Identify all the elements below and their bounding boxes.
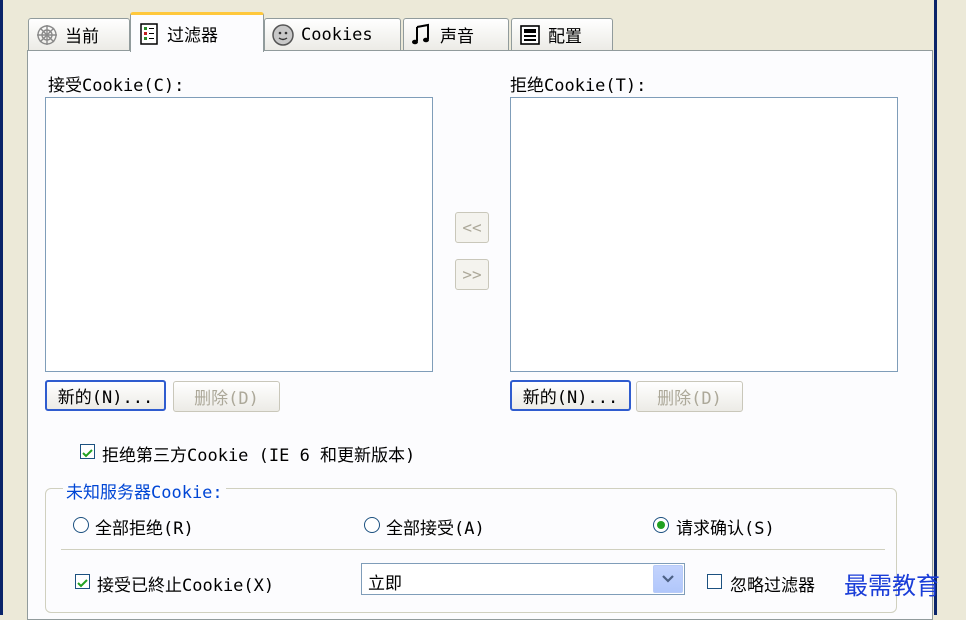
prompt-label: 请求确认(S) xyxy=(676,519,775,539)
prompt-radio[interactable] xyxy=(653,517,669,533)
accept-expired-label: 接受已終止Cookie(X) xyxy=(97,576,275,596)
accept-cookie-label: 接受Cookie(C): xyxy=(48,76,185,96)
chevron-down-icon[interactable] xyxy=(653,565,683,593)
ignore-filter-label: 忽略过滤器 xyxy=(730,576,815,596)
accept-all-radio[interactable] xyxy=(364,517,380,533)
accept-expired-checkbox[interactable] xyxy=(75,574,90,589)
accept-delete-button[interactable]: 删除(D) xyxy=(173,381,280,412)
reject-delete-button[interactable]: 删除(D) xyxy=(636,381,743,412)
move-right-button[interactable]: >> xyxy=(455,259,489,290)
accept-cookie-list[interactable] xyxy=(45,97,433,372)
watermark-logo: 最需教育 xyxy=(844,572,940,600)
checkmark-icon xyxy=(77,579,88,588)
reject-new-button[interactable]: 新的(N)... xyxy=(510,380,631,411)
expiry-select-value: 立即 xyxy=(368,574,402,594)
ignore-filter-checkbox[interactable] xyxy=(707,574,722,589)
reject-all-radio[interactable] xyxy=(73,517,89,533)
checkmark-icon xyxy=(82,449,93,458)
radio-dot-icon xyxy=(657,521,665,529)
third-party-checkbox[interactable] xyxy=(80,444,95,459)
reject-all-label: 全部拒绝(R) xyxy=(95,519,194,539)
group-divider xyxy=(61,549,885,550)
third-party-label: 拒绝第三方Cookie (IE 6 和更新版本) xyxy=(102,446,416,466)
expiry-select[interactable]: 立即 xyxy=(361,563,685,595)
unknown-server-title: 未知服务器Cookie: xyxy=(63,478,226,503)
move-left-button[interactable]: << xyxy=(455,212,489,243)
accept-all-label: 全部接受(A) xyxy=(386,519,485,539)
accept-new-button[interactable]: 新的(N)... xyxy=(45,380,166,411)
reject-cookie-label: 拒绝Cookie(T): xyxy=(510,76,647,96)
reject-cookie-list[interactable] xyxy=(510,97,898,372)
